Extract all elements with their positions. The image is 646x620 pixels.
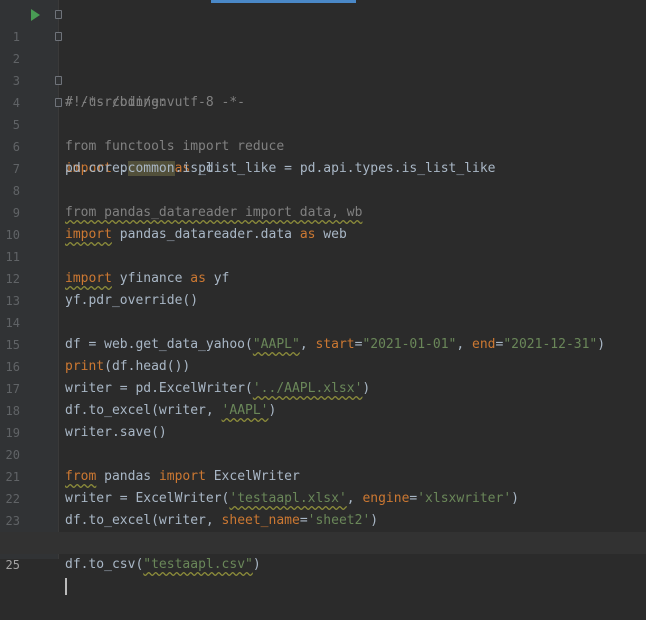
code-line-14[interactable]: 14 df = web.get_data_yahoo("AAPL", start…	[0, 290, 646, 352]
code-line-7[interactable]: 7	[0, 136, 646, 176]
text-cursor	[65, 578, 67, 595]
code-line-20[interactable]: 20 from pandas import ExcelWriter	[0, 422, 646, 484]
fold-icon[interactable]	[55, 76, 62, 85]
fold-icon[interactable]	[55, 98, 62, 107]
punctuation: )	[252, 557, 261, 572]
identifier: df.to_csv(	[65, 557, 144, 572]
code-line-13[interactable]: 13	[0, 268, 646, 308]
fold-icon[interactable]	[55, 32, 62, 41]
code-line-19[interactable]: 19	[0, 400, 646, 440]
line-text: df.to_csv("testaapl.csv")	[65, 554, 261, 576]
code-line-16[interactable]: 16 writer = pd.ExcelWriter('../AAPL.xlsx…	[0, 334, 646, 396]
code-line-5[interactable]: 5 import pandas as pd	[0, 92, 646, 176]
code-line-8[interactable]: 8 from pandas_datareader import data, wb	[0, 158, 646, 220]
active-tab-indicator	[211, 0, 356, 3]
code-line-2[interactable]: 2 # -*- coding: utf-8 -*-	[0, 26, 646, 110]
string-literal: "testaapl.csv"	[143, 557, 253, 572]
code-editor[interactable]: 1 #!/usr/bin/env 2 # -*- coding: utf-8 -…	[0, 4, 646, 595]
fold-icon[interactable]	[55, 10, 62, 19]
line-text	[65, 576, 67, 598]
line-number: 25	[5, 558, 20, 572]
code-line-4[interactable]: 4 from functools import reduce	[0, 70, 646, 154]
code-line-17[interactable]: 17 df.to_excel(writer, 'AAPL')	[0, 356, 646, 418]
code-line-25[interactable]: 25	[0, 532, 646, 595]
code-line-15[interactable]: 15 print(df.head())	[0, 312, 646, 374]
code-line-10[interactable]: 10	[0, 202, 646, 242]
code-line-11[interactable]: 11 import yfinance as yf	[0, 224, 646, 286]
code-line-9[interactable]: 9 import pandas_datareader.data as web	[0, 180, 646, 242]
code-line-24[interactable]: 24 df.to_csv("testaapl.csv")	[0, 510, 646, 572]
code-line-23[interactable]: 23	[0, 488, 646, 528]
code-line-18[interactable]: 18 writer.save()	[0, 378, 646, 440]
code-line-3[interactable]: 3	[0, 48, 646, 88]
code-line-6[interactable]: 6 pd.core.common.is_list_like = pd.api.t…	[0, 114, 646, 176]
run-icon[interactable]	[31, 9, 40, 21]
code-line-22[interactable]: 22 df.to_excel(writer, sheet_name='sheet…	[0, 466, 646, 528]
code-line-1[interactable]: 1 #!/usr/bin/env	[0, 4, 646, 110]
code-line-12[interactable]: 12 yf.pdr_override()	[0, 246, 646, 308]
code-line-21[interactable]: 21 writer = ExcelWriter('testaapl.xlsx',…	[0, 444, 646, 506]
